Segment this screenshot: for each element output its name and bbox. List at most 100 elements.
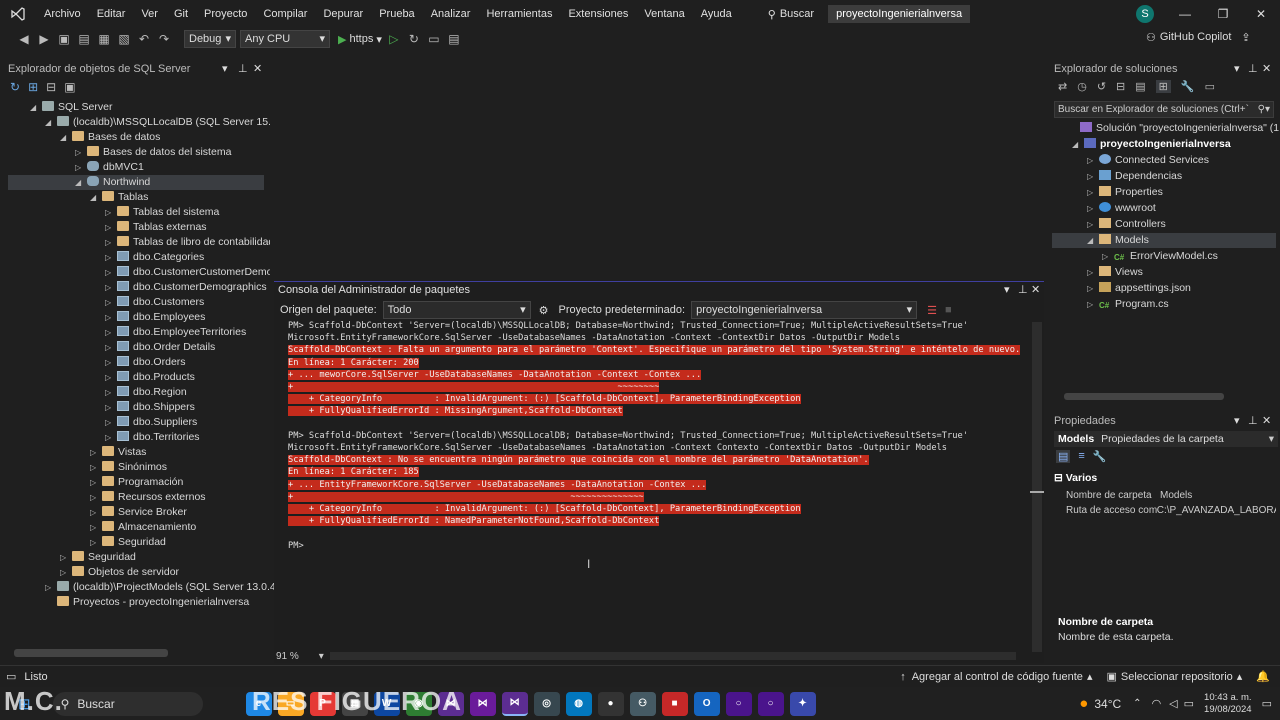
add-server-icon[interactable]: ⊞ <box>28 80 38 94</box>
menu-item[interactable]: Proyecto <box>196 0 255 28</box>
sql-tree-item[interactable]: ▷ Objetos de servidor <box>0 565 264 580</box>
undo-icon[interactable]: ↶ <box>136 31 152 47</box>
solution-search-input[interactable]: Buscar en Explorador de soluciones (Ctrl… <box>1054 101 1274 118</box>
menu-item[interactable]: Archivo <box>36 0 89 28</box>
menu-item[interactable]: Depurar <box>315 0 371 28</box>
alphabetical-icon[interactable]: ≡ <box>1078 450 1084 463</box>
clock[interactable]: 10:43 a. m. 19/08/2024 <box>1204 692 1252 716</box>
solution-tree-item[interactable]: ▷ Views <box>1052 265 1276 280</box>
zoom-level[interactable]: 91 % <box>276 651 299 662</box>
package-source-select[interactable]: Todo ▾ <box>382 301 531 319</box>
pin-icon[interactable]: ⊥ <box>1248 60 1258 78</box>
sql-tree-item[interactable]: ▷ dbo.Shippers <box>0 400 264 415</box>
visual-studio-icon[interactable]: ⋈ <box>469 691 496 716</box>
hot-reload-icon[interactable]: ↻ <box>406 31 422 47</box>
collapsed-arrow-icon[interactable]: ▷ <box>105 415 117 430</box>
solution-tree-item[interactable]: ◢ proyectoIngenierialnversa <box>1052 137 1276 152</box>
volume-icon[interactable]: ◁ <box>1169 697 1177 710</box>
collapsed-arrow-icon[interactable]: ▷ <box>105 310 117 325</box>
new-project-icon[interactable]: ▣ <box>56 31 72 47</box>
sql-tree-item[interactable]: ◢ Tablas <box>0 190 264 205</box>
sql-tree-item[interactable]: ▷ dbo.Region <box>0 385 264 400</box>
collapsed-arrow-icon[interactable]: ▷ <box>90 520 102 535</box>
solution-tree-item[interactable]: ▷ appsettings.json <box>1052 281 1276 296</box>
collapsed-arrow-icon[interactable]: ▷ <box>1087 297 1099 312</box>
expanded-arrow-icon[interactable]: ◢ <box>30 100 42 115</box>
solution-tree-item[interactable]: ◢ Models <box>1052 233 1276 248</box>
sql-tree-item[interactable]: ▷ Seguridad <box>0 535 264 550</box>
dropdown-icon[interactable]: ▾ <box>1234 412 1240 430</box>
history-icon[interactable]: ◷ <box>1077 80 1087 93</box>
stop-icon[interactable]: ▣ <box>64 80 75 94</box>
sql-tree-item[interactable]: ◢ (localdb)\MSSQLLocalDB (SQL Server 15.0… <box>0 115 291 130</box>
sql-tree-item[interactable]: Proyectos - proyectoIngenierialnversa <box>0 595 264 610</box>
open-folder-icon[interactable]: ▤ <box>76 31 92 47</box>
collapsed-arrow-icon[interactable]: ▷ <box>90 535 102 550</box>
app-icon[interactable]: ⚇ <box>629 691 656 716</box>
close-icon[interactable]: ✕ <box>1262 412 1271 430</box>
collapsed-arrow-icon[interactable]: ▷ <box>105 205 117 220</box>
categorized-icon[interactable]: ▤ <box>1056 450 1071 463</box>
collapsed-arrow-icon[interactable]: ▷ <box>105 400 117 415</box>
collapsed-arrow-icon[interactable]: ▷ <box>1087 217 1099 232</box>
menu-item[interactable]: Extensiones <box>560 0 636 28</box>
dropdown-icon[interactable]: ▾ <box>1234 60 1240 78</box>
property-pages-icon[interactable]: 🔧 <box>1093 450 1107 463</box>
sql-tree-item[interactable]: ▷ Tablas del sistema <box>0 205 264 220</box>
solution-tree-item[interactable]: Solución "proyectoIngenierialnversa" (1 … <box>1052 121 1280 136</box>
collapsed-arrow-icon[interactable]: ▷ <box>1087 281 1099 296</box>
search-button[interactable]: ⚲ Buscar <box>760 8 822 21</box>
sql-tree-item[interactable]: ▷ Service Broker <box>0 505 264 520</box>
taskbar-search[interactable]: ⚲ Buscar <box>52 691 203 716</box>
sql-tree-item[interactable]: ▷ Programación <box>0 475 264 490</box>
filter-icon[interactable]: ⊟ <box>46 80 56 94</box>
sql-tree-item[interactable]: ▷ Recursos externos <box>0 490 264 505</box>
app-icon[interactable]: ○ <box>757 691 784 716</box>
collapsed-arrow-icon[interactable]: ▷ <box>105 265 117 280</box>
clear-console-icon[interactable]: ☰ <box>927 304 937 317</box>
expanded-arrow-icon[interactable]: ◢ <box>90 190 102 205</box>
expanded-arrow-icon[interactable]: ◢ <box>1072 137 1084 152</box>
redo-icon[interactable]: ↷ <box>156 31 172 47</box>
chevron-down-icon[interactable]: ▾ <box>319 651 324 662</box>
menu-item[interactable]: Analizar <box>423 0 479 28</box>
console-horizontal-scrollbar[interactable] <box>329 652 1016 660</box>
stop-icon[interactable]: ■ <box>945 304 952 316</box>
sql-tree-item[interactable]: ▷ Tablas externas <box>0 220 264 235</box>
solution-tree-item[interactable]: ▷ wwwroot <box>1052 201 1276 216</box>
camera-icon[interactable]: ◎ <box>533 691 560 716</box>
pin-icon[interactable]: ⊥ <box>1018 282 1028 298</box>
sql-tree-item[interactable]: ▷ dbo.Suppliers <box>0 415 264 430</box>
horizontal-scrollbar[interactable] <box>14 649 168 657</box>
sql-tree-item[interactable]: ▷ dbo.CustomerCustomerDemo <box>0 265 272 280</box>
expanded-arrow-icon[interactable]: ◢ <box>60 130 72 145</box>
github-copilot-button[interactable]: ⚇ GitHub Copilot ⇪ <box>1146 31 1251 44</box>
collapsed-arrow-icon[interactable]: ▷ <box>105 355 117 370</box>
collapse-all-icon[interactable]: ⊟ <box>1116 80 1125 93</box>
sql-tree-item[interactable]: ▷ Sinónimos <box>0 460 264 475</box>
folder-icon[interactable]: ▭ <box>426 31 442 47</box>
browser-icon[interactable]: ◍ <box>565 691 592 716</box>
collapsed-arrow-icon[interactable]: ▷ <box>1087 265 1099 280</box>
collapsed-arrow-icon[interactable]: ▷ <box>105 220 117 235</box>
menu-item[interactable]: Prueba <box>371 0 422 28</box>
preview-icon[interactable]: ▭ <box>1205 80 1215 93</box>
refresh-icon[interactable]: ↻ <box>10 80 20 94</box>
weather-icon[interactable]: ● <box>1079 695 1088 712</box>
collapsed-arrow-icon[interactable]: ▷ <box>75 160 87 175</box>
menu-item[interactable]: Ayuda <box>693 0 740 28</box>
sql-tree-item[interactable]: ▷ dbo.Order Details <box>0 340 264 355</box>
minimize-button[interactable]: — <box>1166 0 1204 28</box>
sql-tree-item[interactable]: ▷ dbo.Products <box>0 370 264 385</box>
collapsed-arrow-icon[interactable]: ▷ <box>75 145 87 160</box>
menu-item[interactable]: Compilar <box>255 0 315 28</box>
sql-tree-item[interactable]: ▷ (localdb)\ProjectModels (SQL Server 13.… <box>0 580 287 595</box>
solution-tree-item[interactable]: ▷ Properties <box>1052 185 1276 200</box>
close-window-button[interactable]: ✕ <box>1242 0 1280 28</box>
collapsed-arrow-icon[interactable]: ▷ <box>105 295 117 310</box>
collapsed-arrow-icon[interactable]: ▷ <box>90 460 102 475</box>
collapsed-arrow-icon[interactable]: ▷ <box>105 250 117 265</box>
sql-tree-item[interactable]: ▷ dbo.Customers <box>0 295 264 310</box>
settings-gear-icon[interactable]: ⚙ <box>539 304 549 317</box>
menu-item[interactable]: Herramientas <box>478 0 560 28</box>
